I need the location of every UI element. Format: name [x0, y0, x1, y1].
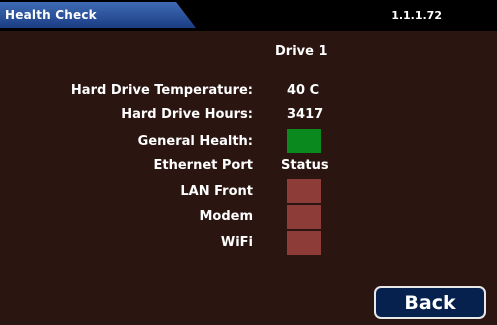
- back-button[interactable]: Back: [374, 286, 486, 319]
- temperature-label: Hard Drive Temperature:: [70, 83, 253, 98]
- ethernet-port-header: Ethernet Port: [153, 158, 253, 173]
- title-bar: Health Check 1.1.1.72: [0, 0, 497, 31]
- general-health-indicator: [287, 129, 321, 153]
- port-status-modem: [287, 205, 321, 229]
- hours-value: 3417: [287, 107, 324, 122]
- hours-label: Hard Drive Hours:: [121, 107, 253, 122]
- health-check-screen: Health Check 1.1.1.72 Drive 1 Hard Drive…: [0, 0, 497, 325]
- port-status-lan-front: [287, 179, 321, 203]
- screen-title: Health Check: [5, 8, 97, 22]
- port-label-wifi: WiFi: [220, 235, 253, 250]
- general-health-label: General Health:: [137, 134, 253, 149]
- version-number: 1.1.1.72: [391, 9, 442, 22]
- status-header: Status: [281, 158, 329, 173]
- drive-heading: Drive 1: [275, 44, 328, 59]
- port-label-lan-front: LAN Front: [180, 184, 253, 199]
- port-label-modem: Modem: [199, 209, 253, 224]
- port-status-wifi: [287, 231, 321, 255]
- content-panel: [0, 31, 497, 325]
- temperature-value: 40 C: [287, 83, 320, 98]
